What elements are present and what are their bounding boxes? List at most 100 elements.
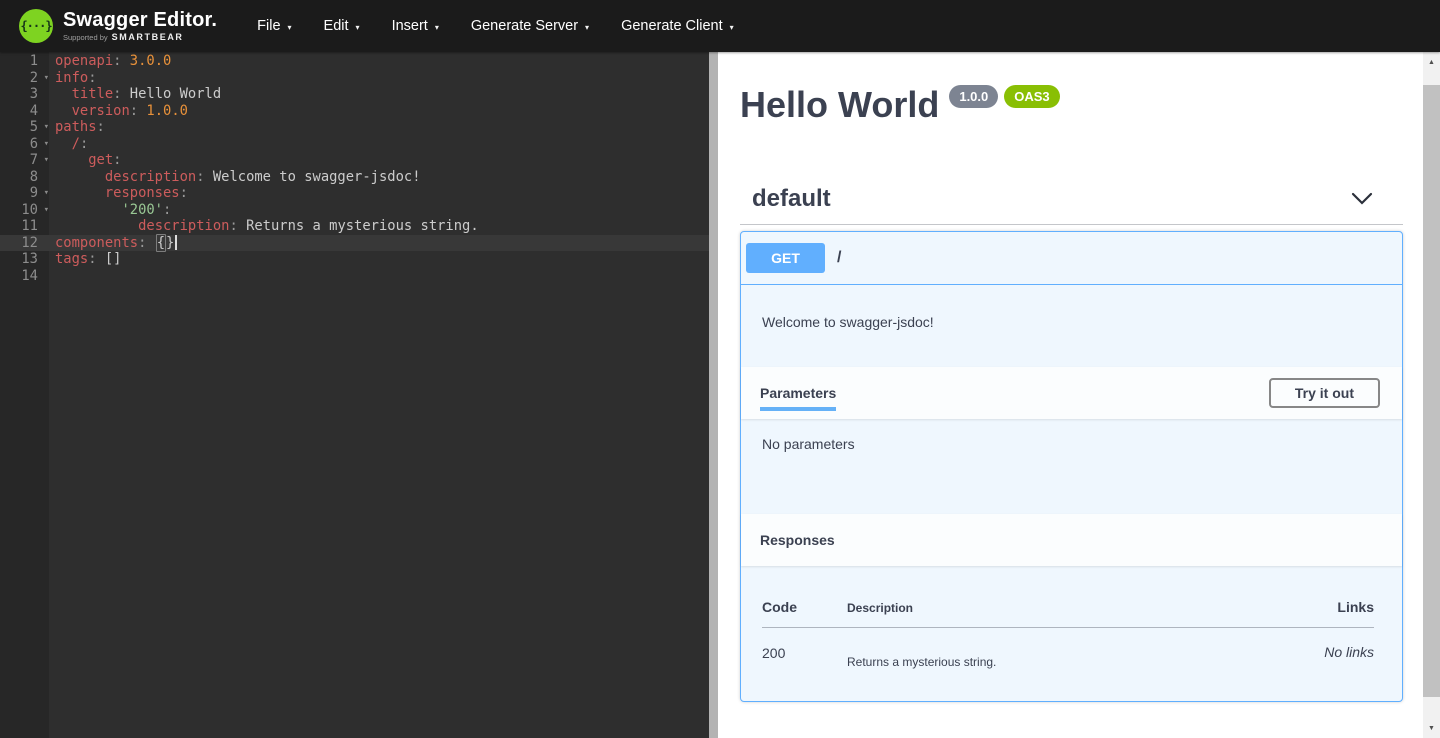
responses-body: Code Description Links 200 Returns a mys… [741, 566, 1402, 701]
code-line[interactable]: 10▾ '200': [0, 202, 709, 219]
tagline-smartbear: SMARTBEAR [112, 32, 184, 42]
responses-table-header-row: Code Description Links [762, 599, 1374, 628]
oas3-badge: OAS3 [1004, 85, 1059, 108]
code-text: description: Welcome to swagger-jsdoc! [49, 169, 421, 186]
fold-arrow-icon[interactable]: ▾ [44, 152, 49, 169]
caret-down-icon: ▾ [435, 23, 439, 32]
responses-header: Responses [741, 514, 1402, 566]
line-number: 7▾ [0, 152, 49, 169]
code-line[interactable]: 1openapi: 3.0.0 [0, 53, 709, 70]
yaml-editor[interactable]: 1openapi: 3.0.02▾info:3 title: Hello Wor… [0, 52, 709, 738]
code-line[interactable]: 9▾ responses: [0, 185, 709, 202]
caret-down-icon: ▾ [288, 23, 292, 32]
col-header-links: Links [1254, 599, 1374, 628]
menu-generate-client[interactable]: Generate Client ▾ [605, 10, 750, 42]
code-line[interactable]: 11 description: Returns a mysterious str… [0, 218, 709, 235]
line-number: 6▾ [0, 136, 49, 153]
code-text: get: [49, 152, 121, 169]
version-badge: 1.0.0 [949, 85, 998, 108]
fold-arrow-icon[interactable]: ▾ [44, 70, 49, 87]
line-number: 8 [0, 169, 49, 186]
code-text: components: {} [49, 235, 177, 252]
text-cursor [175, 235, 177, 250]
code-line[interactable]: 6▾ /: [0, 136, 709, 153]
scroll-up-icon[interactable]: ▲ [1423, 54, 1440, 70]
editor-code-lines: 1openapi: 3.0.02▾info:3 title: Hello Wor… [0, 52, 709, 284]
code-text: info: [49, 70, 97, 87]
menu-file-label: File [257, 18, 280, 34]
code-text: tags: [] [49, 251, 121, 268]
line-number: 3 [0, 86, 49, 103]
code-line[interactable]: 4 version: 1.0.0 [0, 103, 709, 120]
menu-generate-server-label: Generate Server [471, 18, 578, 34]
line-number: 1 [0, 53, 49, 70]
api-badges: 1.0.0 OAS3 [949, 85, 1059, 108]
code-text: description: Returns a mysterious string… [49, 218, 479, 235]
tab-parameters[interactable]: Parameters [760, 385, 836, 401]
code-line[interactable]: 3 title: Hello World [0, 86, 709, 103]
http-method-badge: GET [746, 243, 825, 273]
line-number: 11 [0, 218, 49, 235]
response-description: Returns a mysterious string. [847, 628, 1254, 670]
line-number: 9▾ [0, 185, 49, 202]
no-parameters-text: No parameters [762, 436, 855, 452]
brand-tagline: Supported by SMARTBEAR [63, 32, 217, 42]
code-text: version: 1.0.0 [49, 103, 188, 120]
code-text: /: [49, 136, 88, 153]
menu-edit-label: Edit [324, 18, 349, 34]
tagline-prefix: Supported by [63, 33, 108, 42]
api-info: Hello World 1.0.0 OAS3 [740, 85, 1403, 125]
code-line[interactable]: 12components: {} [0, 235, 709, 252]
menu-edit[interactable]: Edit ▾ [308, 10, 376, 42]
responses-title: Responses [760, 532, 835, 548]
code-line[interactable]: 13tags: [] [0, 251, 709, 268]
col-header-code: Code [762, 599, 847, 628]
swagger-editor-logo[interactable]: {···} Swagger Editor. Supported by SMART… [19, 9, 217, 43]
line-number: 13 [0, 251, 49, 268]
code-text: title: Hello World [49, 86, 221, 103]
operation-summary[interactable]: GET / [741, 232, 1402, 285]
response-row-200: 200 Returns a mysterious string. No link… [762, 628, 1374, 670]
caret-down-icon: ▾ [356, 23, 360, 32]
code-line[interactable]: 14 [0, 268, 709, 285]
response-links: No links [1254, 628, 1374, 670]
line-number: 14 [0, 268, 49, 285]
menu-generate-server[interactable]: Generate Server ▾ [455, 10, 605, 42]
code-line[interactable]: 5▾paths: [0, 119, 709, 136]
vertical-scrollbar[interactable]: ▲ ▼ [1423, 52, 1440, 738]
menu-generate-client-label: Generate Client [621, 18, 723, 34]
code-text: paths: [49, 119, 105, 136]
try-it-out-button[interactable]: Try it out [1269, 378, 1380, 408]
scroll-down-icon[interactable]: ▼ [1423, 720, 1440, 736]
code-text: openapi: 3.0.0 [49, 53, 171, 70]
line-number: 12 [0, 235, 49, 252]
line-number: 4 [0, 103, 49, 120]
caret-down-icon: ▾ [730, 23, 734, 32]
fold-arrow-icon[interactable]: ▾ [44, 202, 49, 219]
line-number: 2▾ [0, 70, 49, 87]
line-number: 5▾ [0, 119, 49, 136]
fold-arrow-icon[interactable]: ▾ [44, 119, 49, 136]
fold-arrow-icon[interactable]: ▾ [44, 185, 49, 202]
code-line[interactable]: 2▾info: [0, 70, 709, 87]
menu-insert[interactable]: Insert ▾ [376, 10, 455, 42]
menu-file[interactable]: File ▾ [241, 10, 307, 42]
code-text: responses: [49, 185, 188, 202]
menubar: File ▾ Edit ▾ Insert ▾ Generate Server ▾… [241, 10, 749, 42]
swagger-logo-icon: {···} [19, 9, 53, 43]
chevron-down-icon[interactable] [1351, 192, 1373, 206]
fold-arrow-icon[interactable]: ▾ [44, 136, 49, 153]
code-line[interactable]: 8 description: Welcome to swagger-jsdoc! [0, 169, 709, 186]
operation-description: Welcome to swagger-jsdoc! [741, 285, 1402, 367]
menu-insert-label: Insert [392, 18, 428, 34]
scrollbar-thumb[interactable] [1423, 85, 1440, 697]
responses-table: Code Description Links 200 Returns a mys… [762, 599, 1374, 669]
tag-section-default[interactable]: default [740, 185, 1403, 225]
col-header-description: Description [847, 599, 1254, 628]
main-split: 1openapi: 3.0.02▾info:3 title: Hello Wor… [0, 52, 1440, 738]
opblock-get-root: GET / Welcome to swagger-jsdoc! Paramete… [740, 231, 1403, 702]
tag-name: default [752, 185, 831, 213]
pane-splitter-handle[interactable] [709, 52, 718, 738]
code-line[interactable]: 7▾ get: [0, 152, 709, 169]
parameters-body: No parameters [741, 419, 1402, 514]
